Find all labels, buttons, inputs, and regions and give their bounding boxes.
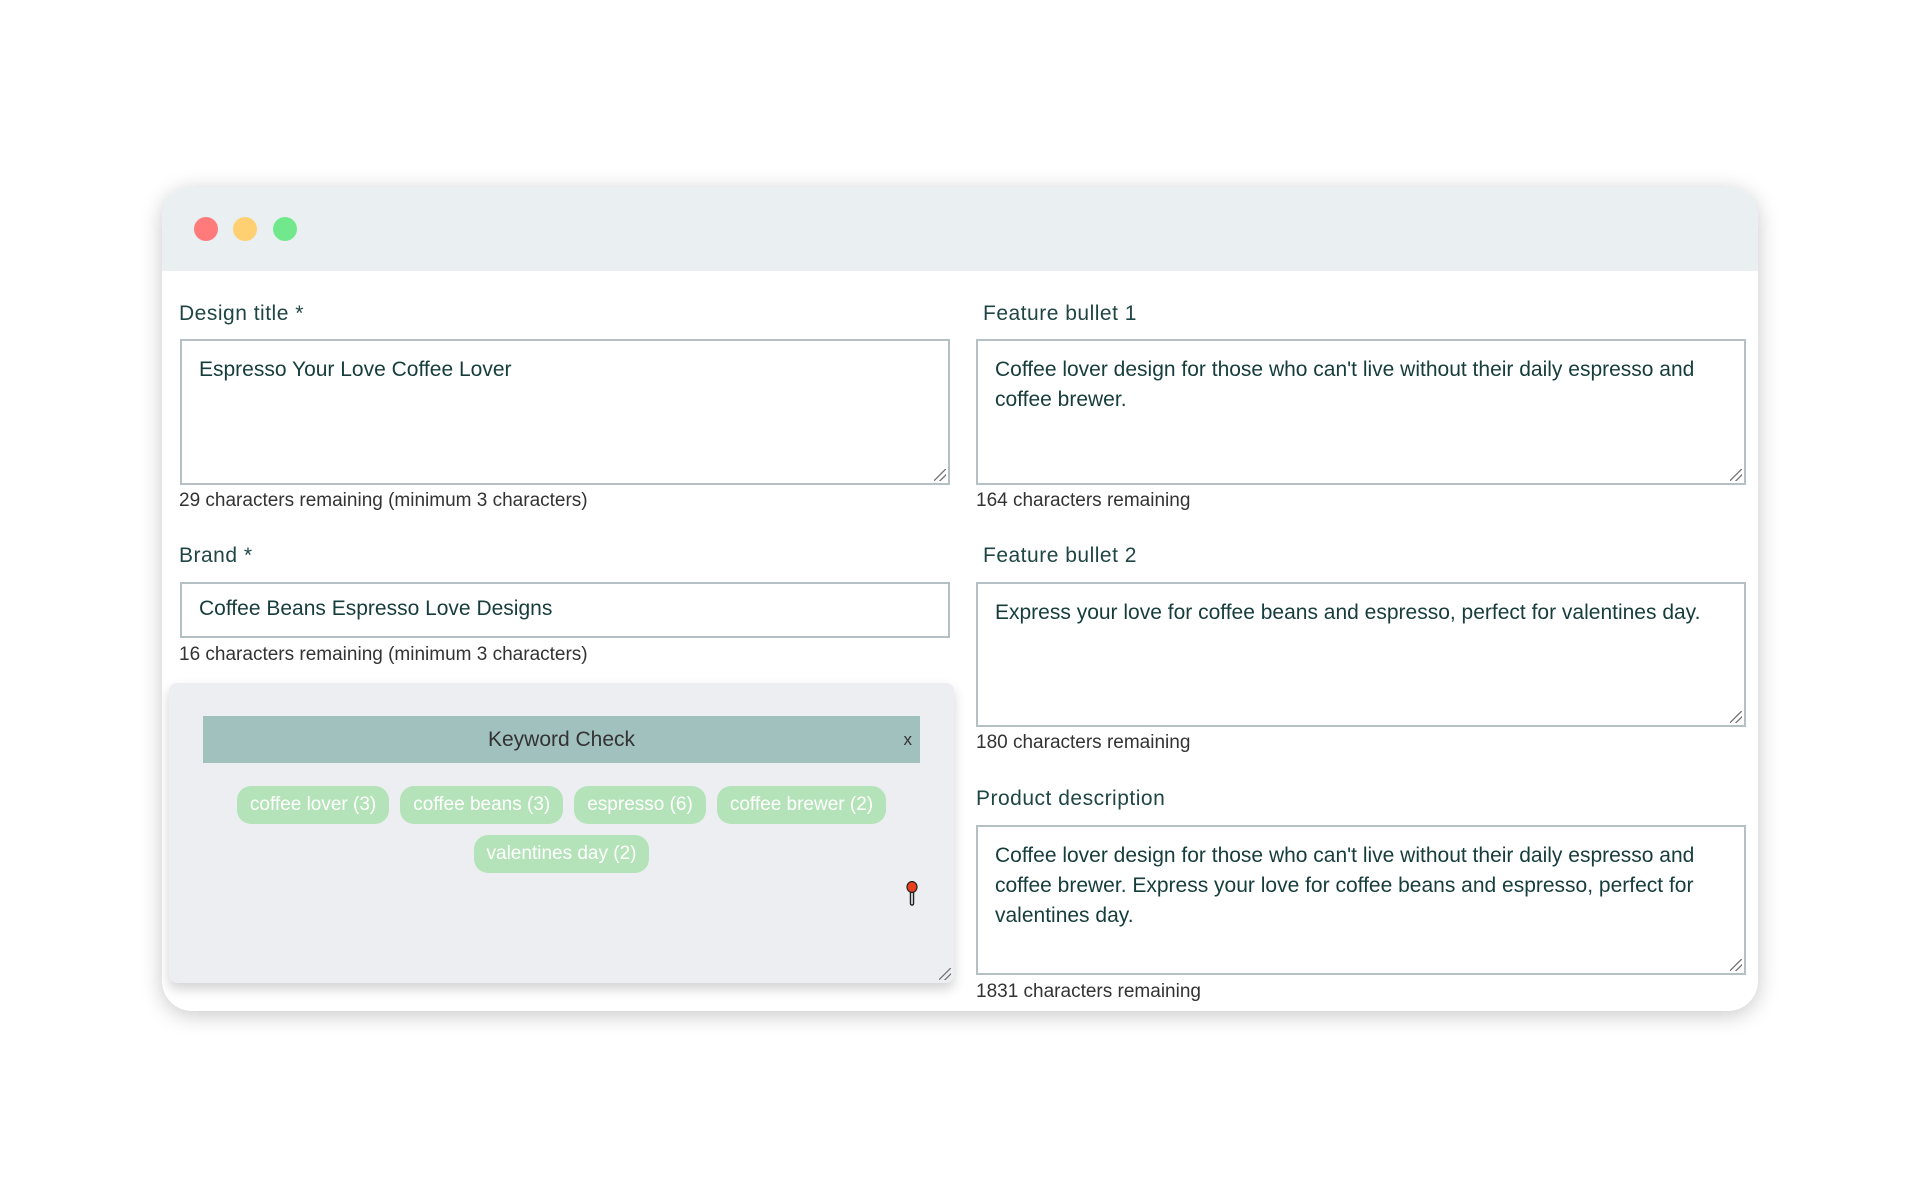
- product-description-label: Product description: [976, 787, 1166, 810]
- keyword-check-panel: Keyword Check x coffee lover (3) coffee …: [169, 683, 954, 983]
- keyword-check-header: Keyword Check x: [203, 716, 920, 763]
- keyword-chip[interactable]: coffee brewer (2): [716, 786, 887, 824]
- design-title-help: 29 characters remaining (minimum 3 chara…: [179, 490, 588, 511]
- keyword-chip[interactable]: espresso (6): [574, 786, 706, 824]
- product-description-textarea[interactable]: Coffee lover design for those who can't …: [976, 825, 1746, 975]
- resize-handle[interactable]: [1730, 469, 1742, 481]
- feature-bullet-2-label: Feature bullet 2: [983, 544, 1137, 567]
- resize-handle[interactable]: [934, 469, 946, 481]
- close-icon[interactable]: x: [904, 716, 913, 763]
- keyword-chip[interactable]: coffee lover (3): [236, 786, 390, 824]
- keyword-chips: coffee lover (3) coffee beans (3) espres…: [203, 786, 920, 873]
- app-window: Design title * Espresso Your Love Coffee…: [162, 187, 1758, 1011]
- feature-bullet-2-help: 180 characters remaining: [976, 732, 1191, 753]
- resize-handle[interactable]: [939, 968, 951, 980]
- feature-bullet-1-textarea[interactable]: Coffee lover design for those who can't …: [976, 339, 1746, 485]
- feature-bullet-2-value: Express your love for coffee beans and e…: [995, 601, 1701, 624]
- brand-help: 16 characters remaining (minimum 3 chara…: [179, 644, 588, 665]
- title-bar: [162, 187, 1758, 271]
- brand-value: Coffee Beans Espresso Love Designs: [199, 597, 553, 620]
- design-title-value: Espresso Your Love Coffee Lover: [199, 358, 512, 381]
- resize-handle[interactable]: [1730, 959, 1742, 971]
- minimize-window-button[interactable]: [233, 217, 257, 241]
- feature-bullet-2-textarea[interactable]: Express your love for coffee beans and e…: [976, 582, 1746, 727]
- product-description-value: Coffee lover design for those who can't …: [995, 844, 1695, 927]
- keyword-chip[interactable]: valentines day (2): [473, 835, 650, 873]
- close-window-button[interactable]: [194, 217, 218, 241]
- feature-bullet-1-help: 164 characters remaining: [976, 490, 1191, 511]
- brand-label: Brand *: [179, 544, 253, 567]
- brand-input[interactable]: Coffee Beans Espresso Love Designs: [180, 582, 950, 638]
- design-title-textarea[interactable]: Espresso Your Love Coffee Lover: [180, 339, 950, 485]
- design-title-label: Design title *: [179, 302, 304, 325]
- pushpin-icon[interactable]: [905, 881, 919, 907]
- product-description-help: 1831 characters remaining: [976, 981, 1201, 1002]
- keyword-chip[interactable]: coffee beans (3): [400, 786, 564, 824]
- resize-handle[interactable]: [1730, 711, 1742, 723]
- keyword-check-title: Keyword Check: [487, 728, 636, 751]
- feature-bullet-1-value: Coffee lover design for those who can't …: [995, 358, 1695, 411]
- maximize-window-button[interactable]: [273, 217, 297, 241]
- feature-bullet-1-label: Feature bullet 1: [983, 302, 1137, 325]
